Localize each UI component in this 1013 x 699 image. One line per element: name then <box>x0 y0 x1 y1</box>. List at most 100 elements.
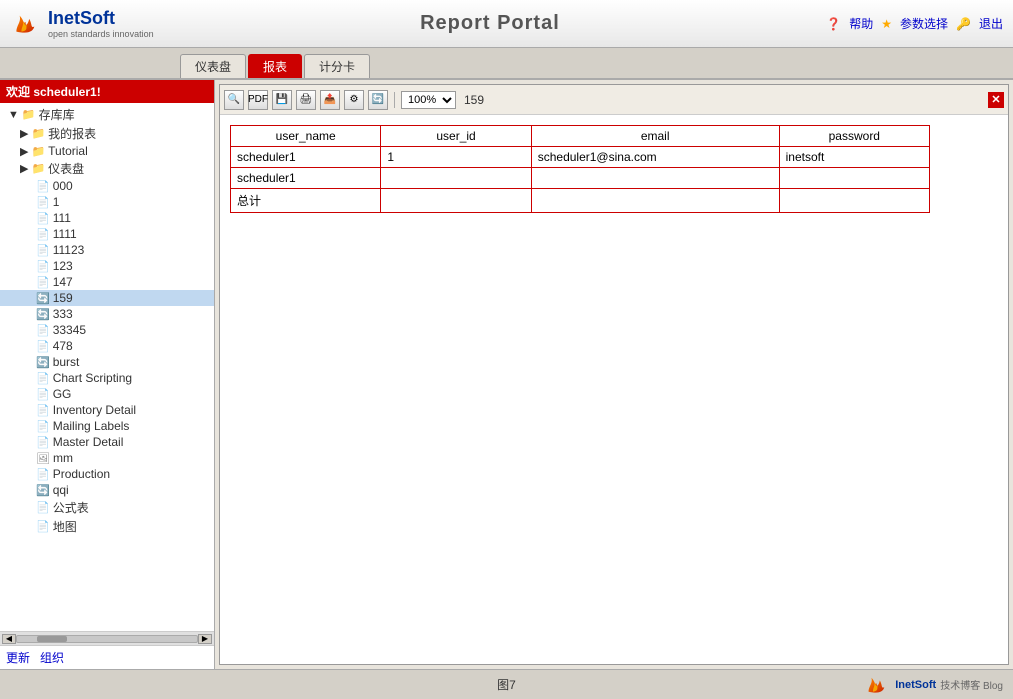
tab-dashboard[interactable]: 仪表盘 <box>180 54 246 78</box>
scroll-right-btn[interactable]: ▶ <box>198 634 212 644</box>
report-window: 🔍 PDF 💾 🖨 📤 ⚙ 🔄 100% 75% 150% 159 ✕ <box>219 84 1009 665</box>
expand-icon-dash: ▶ <box>20 162 28 175</box>
bottom-logo: InetSoft 技术博客 Blog <box>863 674 1003 696</box>
tree-item-inventory[interactable]: 📄 Inventory Detail <box>0 402 214 418</box>
tree-item-33345[interactable]: 📄 33345 <box>0 322 214 338</box>
cell-total-3 <box>531 189 779 213</box>
tree-item-myreports[interactable]: ▶ 📁 我的报表 <box>0 124 214 143</box>
nav-logout[interactable]: 退出 <box>979 15 1003 32</box>
scroll-left-btn[interactable]: ◀ <box>2 634 16 644</box>
cell-total-4 <box>779 189 929 213</box>
tree-item-000[interactable]: 📄 000 <box>0 178 214 194</box>
cell-username-1: scheduler1 <box>231 147 381 168</box>
tree-item-111[interactable]: 📄 111 <box>0 210 214 226</box>
toolbar-export-btn[interactable]: 📤 <box>320 90 340 110</box>
footer: 图7 InetSoft 技术博客 Blog <box>0 669 1013 699</box>
file-icon-000: 📄 <box>36 180 50 193</box>
sidebar-header: 欢迎 scheduler1! <box>0 80 214 103</box>
nav-favorite[interactable]: 参数选择 <box>900 15 948 32</box>
tree-item-123[interactable]: 📄 123 <box>0 258 214 274</box>
sidebar-scrollbar[interactable]: ◀ ▶ <box>0 631 214 645</box>
tree-item-147[interactable]: 📄 147 <box>0 274 214 290</box>
file-icon-111: 📄 <box>36 212 50 225</box>
tree-item-mailing[interactable]: 📄 Mailing Labels <box>0 418 214 434</box>
folder-icon: 📁 <box>22 108 36 121</box>
tree-item-formula[interactable]: 📄 公式表 <box>0 498 214 517</box>
cell-password-2 <box>779 168 929 189</box>
toolbar-refresh-btn[interactable]: 🔄 <box>368 90 388 110</box>
logo-area: InetSoft open standards innovation <box>10 8 154 39</box>
footer-brand: InetSoft <box>895 679 936 691</box>
toolbar-search-btn[interactable]: 🔍 <box>224 90 244 110</box>
table-header-row: user_name user_id email password <box>231 126 930 147</box>
expand-icon: ▼ <box>8 109 19 121</box>
close-button[interactable]: ✕ <box>988 92 1004 108</box>
table-row: scheduler1 <box>231 168 930 189</box>
tree-item-gg[interactable]: 📄 GG <box>0 386 214 402</box>
nav-help[interactable]: 帮助 <box>849 15 873 32</box>
tree-item-1111[interactable]: 📄 1111 <box>0 226 214 242</box>
update-link[interactable]: 更新 <box>6 649 30 666</box>
special2-icon-mm: 🖼 <box>36 452 50 465</box>
cell-email-2 <box>531 168 779 189</box>
tree-item-master[interactable]: 📄 Master Detail <box>0 434 214 450</box>
tree-item-1[interactable]: 📄 1 <box>0 194 214 210</box>
tab-report[interactable]: 报表 <box>248 54 302 78</box>
content-area: 🔍 PDF 💾 🖨 📤 ⚙ 🔄 100% 75% 150% 159 ✕ <box>215 80 1013 669</box>
header-nav: ❓ 帮助 ★ 参数选择 🔑 退出 <box>826 15 1003 32</box>
file-icon-11123: 📄 <box>36 244 50 257</box>
tree-item-production[interactable]: 📄 Production <box>0 466 214 482</box>
tree-item-map[interactable]: 📄 地图 <box>0 517 214 536</box>
file-icon-mail: 📄 <box>36 420 50 433</box>
table-row: scheduler1 1 scheduler1@sina.com inetsof… <box>231 147 930 168</box>
col-username: user_name <box>231 126 381 147</box>
tree-item-dashboard-folder[interactable]: ▶ 📁 仪表盘 <box>0 159 214 178</box>
file-icon-master: 📄 <box>36 436 50 449</box>
tree-item-chart-scripting[interactable]: 📄 Chart Scripting <box>0 370 214 386</box>
toolbar-pdf-btn[interactable]: PDF <box>248 90 268 110</box>
toolbar-save-btn[interactable]: 💾 <box>272 90 292 110</box>
main-layout: 欢迎 scheduler1! ▼ 📁 存库库 ▶ 📁 我的报表 ▶ 📁 <box>0 80 1013 669</box>
file-icon-chart: 📄 <box>36 372 50 385</box>
toolbar-print-btn[interactable]: 🖨 <box>296 90 316 110</box>
tree-item-burst[interactable]: 🔄 burst <box>0 354 214 370</box>
cell-total: 总计 <box>231 189 381 213</box>
annotation-layer: user_name user_id email password schedul… <box>230 125 998 654</box>
toolbar-settings-btn[interactable]: ⚙ <box>344 90 364 110</box>
brand-tagline: open standards innovation <box>48 29 154 39</box>
cell-password-1: inetsoft <box>779 147 929 168</box>
special-icon-burst: 🔄 <box>36 356 50 369</box>
footer-logo-icon <box>863 674 891 696</box>
folder-icon-tut: 📁 <box>31 145 45 158</box>
cell-userid-2 <box>381 168 531 189</box>
scrollbar-track <box>16 635 198 643</box>
cell-total-2 <box>381 189 531 213</box>
file-icon-inv: 📄 <box>36 404 50 417</box>
col-password: password <box>779 126 929 147</box>
file-icon-478: 📄 <box>36 340 50 353</box>
logo-text: InetSoft open standards innovation <box>48 8 154 39</box>
figure-label: 图7 <box>497 676 516 693</box>
file-icon-formula: 📄 <box>36 501 50 514</box>
tree-item-root[interactable]: ▼ 📁 存库库 <box>0 105 214 124</box>
special-icon-qqi: 🔄 <box>36 484 50 497</box>
folder-icon-my: 📁 <box>31 127 45 140</box>
tree-item-qqi[interactable]: 🔄 qqi <box>0 482 214 498</box>
tab-scorecard[interactable]: 计分卡 <box>304 54 370 78</box>
toolbar-separator <box>394 92 395 108</box>
special-icon-333: 🔄 <box>36 308 50 321</box>
tree-item-478[interactable]: 📄 478 <box>0 338 214 354</box>
zoom-select[interactable]: 100% 75% 150% <box>401 91 456 109</box>
report-toolbar: 🔍 PDF 💾 🖨 📤 ⚙ 🔄 100% 75% 150% 159 ✕ <box>220 85 1008 115</box>
sidebar-tree: ▼ 📁 存库库 ▶ 📁 我的报表 ▶ 📁 Tutorial ▶ <box>0 103 214 631</box>
folder-icon-dash: 📁 <box>31 162 45 175</box>
tree-item-333[interactable]: 🔄 333 <box>0 306 214 322</box>
tree-item-tutorial[interactable]: ▶ 📁 Tutorial <box>0 143 214 159</box>
tree-item-11123[interactable]: 📄 11123 <box>0 242 214 258</box>
logo-icon <box>10 10 42 38</box>
file-icon-33345: 📄 <box>36 324 50 337</box>
tree-item-mm[interactable]: 🖼 mm <box>0 450 214 466</box>
cell-username-2: scheduler1 <box>231 168 381 189</box>
organize-link[interactable]: 组织 <box>40 649 64 666</box>
tree-item-159[interactable]: 🔄 159 <box>0 290 214 306</box>
